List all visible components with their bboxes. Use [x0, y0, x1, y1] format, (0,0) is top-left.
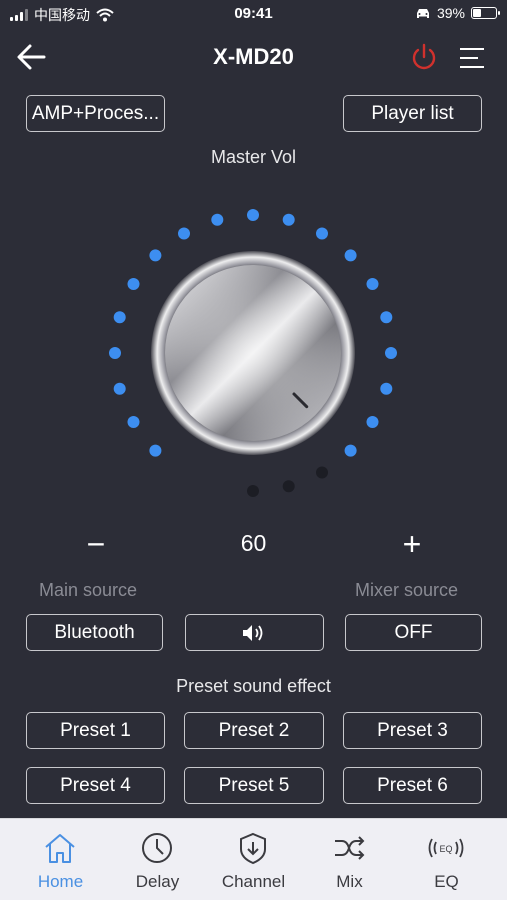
volume-indicator-dot [366, 278, 379, 290]
mixer-source-label: Mixer source [355, 580, 459, 600]
volume-indicator-dot [316, 466, 328, 479]
power-button[interactable] [408, 42, 440, 74]
menu-button[interactable] [456, 44, 488, 72]
battery-icon [471, 7, 500, 19]
preset-label: Preset sound effect [176, 676, 331, 696]
tab-mix[interactable]: Mix [299, 819, 400, 900]
header: X-MD20 [0, 30, 507, 84]
tab-eq[interactable]: EQ EQ [396, 819, 497, 900]
menu-icon [460, 48, 484, 68]
volume-indicator-dot [149, 249, 162, 262]
channel-icon [240, 832, 266, 865]
volume-indicator-dot [113, 311, 126, 324]
volume-indicator-dot [149, 444, 162, 457]
volume-indicator-dot [282, 480, 295, 493]
player-list-button[interactable]: Player list [343, 95, 482, 132]
volume-indicator-dot [282, 213, 295, 226]
volume-indicator-dot [127, 278, 140, 290]
sound-mode-button[interactable] [185, 614, 324, 651]
tab-mix-label: Mix [336, 872, 363, 891]
preset-4-button[interactable]: Preset 4 [26, 767, 165, 804]
volume-indicator-dot [316, 227, 328, 240]
bottom-tab-bar: Home Delay Channel Mix EQ EQ [0, 818, 507, 900]
shuffle-icon [335, 836, 365, 860]
mixer-source-button[interactable]: OFF [345, 614, 482, 651]
volume-plus-button[interactable]: + [392, 524, 432, 564]
volume-indicator-dot [211, 213, 224, 226]
car-icon [416, 8, 429, 18]
battery-percent: 39% [436, 5, 465, 21]
tab-channel[interactable]: Channel [203, 819, 304, 900]
volume-indicator-dot [385, 347, 397, 359]
volume-indicator-dot [247, 209, 259, 221]
preset-5-button[interactable]: Preset 5 [184, 767, 324, 804]
clock-icon [142, 833, 172, 863]
tab-delay[interactable]: Delay [107, 819, 208, 900]
status-bar: 中国移动 09:41 39% [0, 0, 507, 28]
volume-indicator-dot [113, 382, 126, 395]
tab-channel-label: Channel [221, 872, 286, 891]
tab-delay-label: Delay [135, 872, 180, 891]
power-icon [412, 43, 436, 70]
tab-eq-label: EQ [434, 872, 459, 891]
volume-indicator-dot [380, 311, 393, 324]
volume-indicator-dot [366, 416, 379, 428]
svg-text:EQ: EQ [439, 844, 452, 854]
status-right: 39% [415, 5, 500, 21]
volume-indicator-dot [344, 444, 357, 457]
home-icon [45, 834, 75, 863]
eq-icon: EQ [428, 838, 464, 858]
preset-1-button[interactable]: Preset 1 [26, 712, 165, 749]
main-source-button[interactable]: Bluetooth [26, 614, 163, 651]
preset-2-button[interactable]: Preset 2 [184, 712, 324, 749]
main-source-label: Main source [39, 580, 138, 600]
tab-home[interactable]: Home [10, 819, 111, 900]
preset-6-button[interactable]: Preset 6 [343, 767, 482, 804]
preset-3-button[interactable]: Preset 3 [343, 712, 482, 749]
volume-indicator-dot [178, 227, 190, 240]
knob-graphic [109, 209, 397, 497]
volume-indicator-dot [127, 416, 140, 428]
volume-indicator-dot [380, 382, 393, 395]
master-vol-label: Master Vol [210, 147, 297, 167]
mode-button[interactable]: AMP+Proces... [26, 95, 165, 132]
volume-indicator-dot [109, 347, 121, 359]
speaker-icon [242, 624, 262, 641]
volume-indicator-dot [247, 485, 259, 497]
volume-knob[interactable] [103, 203, 403, 503]
volume-indicator-dot [344, 249, 357, 262]
tab-home-label: Home [37, 872, 84, 891]
